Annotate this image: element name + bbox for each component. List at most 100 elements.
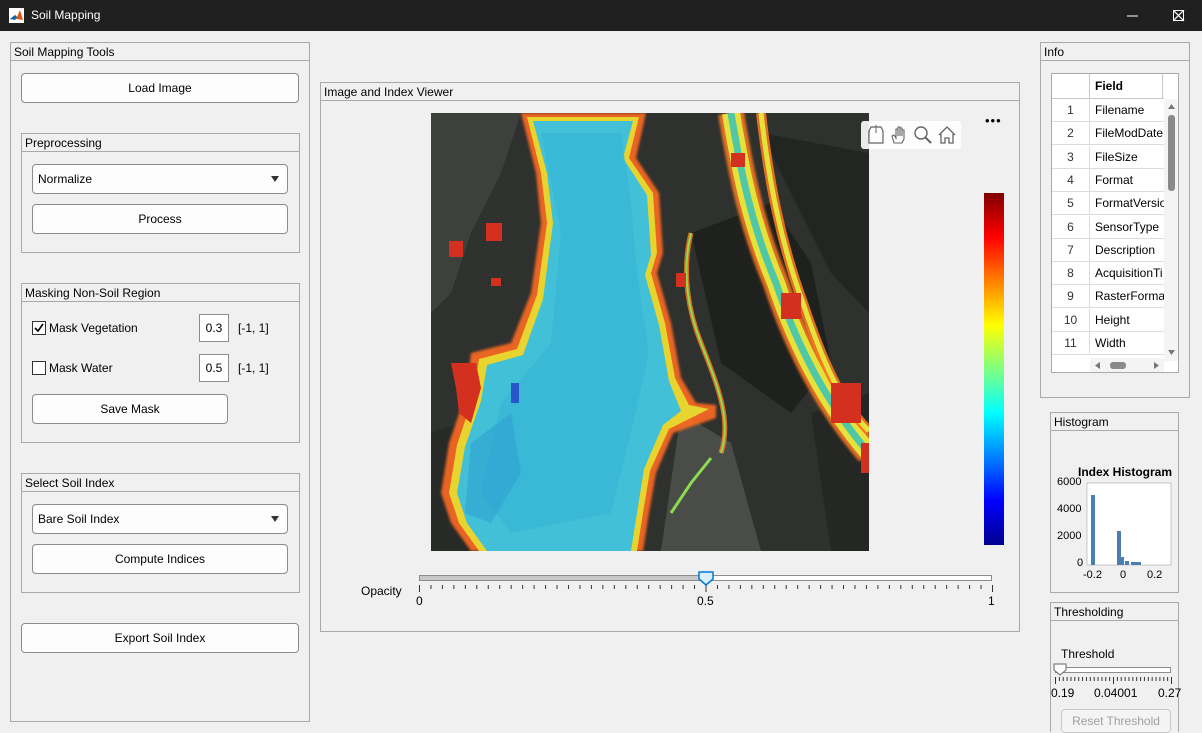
threshold-label: Threshold xyxy=(1061,647,1115,661)
save-mask-button[interactable]: Save Mask xyxy=(32,394,228,424)
opacity-min-label: 0 xyxy=(416,594,423,608)
table-row[interactable]: 1 Filename xyxy=(1052,99,1164,122)
histogram-panel: Histogram Index Histogram 6000 4000 2000… xyxy=(1050,412,1179,593)
reset-threshold-button[interactable]: Reset Threshold xyxy=(1061,709,1171,733)
row-number: 11 xyxy=(1052,332,1090,355)
field-cell: Format xyxy=(1095,172,1134,187)
field-cell: Description xyxy=(1095,242,1156,257)
table-row[interactable]: 5 FormatVersio xyxy=(1052,192,1164,216)
info-panel: Info Field 1 Filename 2 FileModDate 3 FileSiz… xyxy=(1040,42,1190,398)
x-tick: 0.2 xyxy=(1147,569,1163,581)
load-image-button[interactable]: Load Image xyxy=(21,73,299,103)
table-row[interactable]: 9 RasterForma xyxy=(1052,285,1164,309)
process-button[interactable]: Process xyxy=(32,204,288,234)
opacity-max-label: 1 xyxy=(988,594,995,608)
export-icon[interactable] xyxy=(867,125,885,145)
info-table[interactable]: Field 1 Filename 2 FileModDate 3 FileSize 4 For… xyxy=(1051,73,1179,373)
opacity-label: Opacity xyxy=(361,584,402,598)
field-cell: AcquisitionTi xyxy=(1095,266,1163,281)
mask-vegetation-checkbox[interactable] xyxy=(32,321,46,335)
vertical-scrollbar[interactable] xyxy=(1164,99,1178,361)
more-options-icon[interactable]: ••• xyxy=(985,113,1002,128)
vegetation-threshold-field[interactable]: 0.3 xyxy=(199,314,229,342)
table-row[interactable]: 11 Width xyxy=(1052,332,1164,355)
row-number: 9 xyxy=(1052,285,1090,309)
pan-icon[interactable] xyxy=(889,125,909,145)
colorbar xyxy=(984,193,1004,545)
info-table-header: Field xyxy=(1052,74,1164,99)
threshold-slider-track[interactable] xyxy=(1055,667,1171,673)
thresholding-title: Thresholding xyxy=(1051,603,1178,621)
chevron-down-icon xyxy=(271,176,279,182)
minimize-icon xyxy=(1127,15,1138,17)
row-number: 2 xyxy=(1052,122,1090,146)
minimize-button[interactable] xyxy=(1110,0,1156,31)
table-row[interactable]: 7 Description xyxy=(1052,238,1164,262)
table-row[interactable]: 4 Format xyxy=(1052,168,1164,192)
scrollbar-arrows xyxy=(1168,104,1175,355)
row-number-header xyxy=(1052,74,1090,99)
field-cell: FileSize xyxy=(1095,149,1138,164)
masking-panel: Masking Non-Soil Region Mask Vegetation … xyxy=(21,283,300,443)
table-row[interactable]: 8 AcquisitionTi xyxy=(1052,262,1164,286)
table-row[interactable]: 2 FileModDate xyxy=(1052,122,1164,146)
viewer-panel: Image and Index Viewer ••• Opacity 0 0.5… xyxy=(320,82,1020,632)
mask-water-label: Mask Water xyxy=(49,361,113,375)
preprocessing-method-dropdown[interactable]: Normalize xyxy=(32,164,288,194)
table-row[interactable]: 10 Height xyxy=(1052,308,1164,332)
field-cell: Height xyxy=(1095,312,1130,327)
threshold-slider-thumb[interactable] xyxy=(1053,663,1067,677)
water-threshold-field[interactable]: 0.5 xyxy=(199,354,229,382)
y-tick: 0 xyxy=(1077,557,1084,569)
y-tick: 4000 xyxy=(1057,503,1082,515)
export-soil-index-button[interactable]: Export Soil Index xyxy=(21,623,299,653)
field-cell: Filename xyxy=(1095,103,1145,117)
thresholding-panel: Thresholding Threshold 0.19 0.04001 0.27… xyxy=(1050,602,1181,733)
chevron-down-icon xyxy=(271,516,279,522)
row-number: 10 xyxy=(1052,308,1090,332)
threshold-min-label: 0.19 xyxy=(1051,686,1075,700)
mask-vegetation-label: Mask Vegetation xyxy=(49,321,138,335)
viewer-title: Image and Index Viewer xyxy=(321,83,1019,101)
field-cell: SensorType xyxy=(1095,219,1160,234)
scrollbar-arrows xyxy=(1095,362,1159,369)
opacity-slider-fill xyxy=(420,576,707,580)
horizontal-scrollbar[interactable] xyxy=(1090,358,1164,372)
row-number: 6 xyxy=(1052,215,1090,239)
soil-index-map[interactable] xyxy=(431,113,869,551)
field-column-header[interactable]: Field xyxy=(1095,74,1123,99)
histogram-title: Histogram xyxy=(1051,413,1178,431)
close-button[interactable] xyxy=(1156,0,1202,31)
opacity-ticks xyxy=(419,585,993,592)
masking-title: Masking Non-Soil Region xyxy=(22,284,299,302)
row-number: 4 xyxy=(1052,168,1090,192)
preprocessing-title: Preprocessing xyxy=(22,134,299,152)
x-tick: -0.2 xyxy=(1083,569,1102,581)
soil-index-title: Select Soil Index xyxy=(22,474,299,492)
soil-index-dropdown[interactable]: Bare Soil Index xyxy=(32,504,288,534)
home-icon[interactable] xyxy=(937,125,957,145)
histogram-chart[interactable] xyxy=(1051,473,1179,583)
hist-bar xyxy=(1117,531,1121,565)
field-cell: FileModDate xyxy=(1095,126,1164,141)
row-number: 5 xyxy=(1052,192,1090,216)
table-row[interactable]: 6 SensorType xyxy=(1052,215,1164,239)
zoom-icon[interactable] xyxy=(913,125,933,145)
hist-bar xyxy=(1121,557,1124,565)
row-number: 1 xyxy=(1052,99,1090,122)
preprocessing-method-value: Normalize xyxy=(38,172,93,186)
table-row[interactable]: 3 FileSize xyxy=(1052,145,1164,169)
water-range-label: [-1, 1] xyxy=(238,361,269,375)
row-number: 7 xyxy=(1052,238,1090,262)
column-separator xyxy=(1162,74,1163,99)
field-cell: RasterForma xyxy=(1095,289,1164,304)
preprocessing-panel: Preprocessing Normalize Process xyxy=(21,133,300,253)
soil-index-panel: Select Soil Index Bare Soil Index Comput… xyxy=(21,473,300,593)
mask-water-checkbox[interactable] xyxy=(32,361,46,375)
compute-indices-button[interactable]: Compute Indices xyxy=(32,544,288,574)
tools-panel: Soil Mapping Tools Load Image Preprocess… xyxy=(10,42,310,722)
axes-toolbar xyxy=(861,121,961,149)
title-bar: Soil Mapping xyxy=(0,0,1202,31)
matlab-icon xyxy=(9,8,24,23)
vegetation-range-label: [-1, 1] xyxy=(238,321,269,335)
